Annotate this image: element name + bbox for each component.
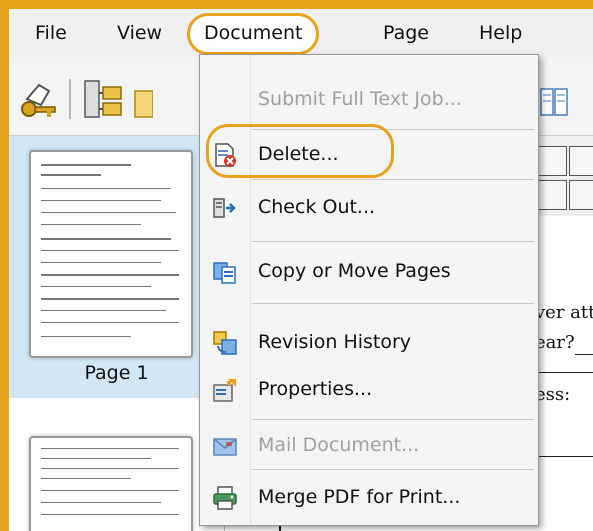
delete-highlight-ring (206, 124, 394, 178)
menu-item-label: Properties... (258, 378, 373, 400)
menu-item-mail-document[interactable]: Mail Document... (200, 421, 538, 469)
menu-view[interactable]: View (109, 9, 170, 57)
menu-item-label: Check Out... (258, 196, 376, 218)
menu-file[interactable]: File (27, 9, 75, 57)
menu-item-label: Merge PDF for Print... (258, 486, 461, 508)
toolbar-separator (69, 79, 71, 119)
document-text-line: ess: (535, 384, 571, 405)
menu-item-check-out[interactable]: Check Out... (200, 183, 538, 231)
document-tree-icon[interactable] (81, 77, 125, 121)
doc-tool-button[interactable] (537, 180, 567, 210)
check-out-icon (213, 198, 236, 218)
app-window: File View Document Page Help Page 1 ver … (9, 9, 593, 531)
two-page-view-icon[interactable] (539, 77, 569, 121)
menu-bar: File View Document Page Help (9, 9, 593, 57)
copy-pages-icon (213, 262, 236, 284)
menu-item-properties[interactable]: Properties... (200, 365, 538, 413)
page-1-label: Page 1 (84, 362, 149, 384)
thumbnail-pane: Page 1 (9, 136, 225, 531)
revision-history-icon (213, 331, 237, 355)
menu-separator (252, 179, 534, 180)
menu-separator (252, 469, 534, 470)
menu-item-revision-history[interactable]: Revision History (200, 318, 538, 366)
doc-tool-button[interactable] (569, 180, 593, 210)
page-thumbnail-2[interactable] (29, 436, 193, 531)
doc-tool-button[interactable] (537, 146, 567, 176)
menu-separator (252, 303, 534, 304)
printer-icon (213, 486, 237, 510)
menu-help[interactable]: Help (471, 9, 530, 57)
menu-item-label: Submit Full Text Job... (258, 88, 462, 110)
menu-item-merge-pdf-for-print[interactable]: Merge PDF for Print... (200, 473, 538, 521)
menu-document[interactable]: Document (187, 13, 320, 55)
document-text-line: ver atte (535, 302, 593, 323)
mail-icon (213, 438, 237, 456)
document-rule (535, 456, 593, 457)
page-thumbnail-1[interactable] (29, 150, 193, 358)
menu-item-label: Mail Document... (258, 434, 420, 456)
menu-page[interactable]: Page (375, 9, 437, 57)
document-rule (535, 372, 593, 373)
document-rule (575, 354, 593, 355)
menu-item-label: Revision History (258, 331, 412, 353)
menu-item-submit-full-text-job[interactable]: Submit Full Text Job... (200, 75, 538, 123)
security-key-icon[interactable] (17, 77, 61, 121)
menu-item-label: Copy or Move Pages (258, 260, 451, 282)
menu-separator (252, 419, 534, 420)
document-menu-dropdown: Submit Full Text Job... Delete... Check … (199, 54, 539, 526)
doc-tool-button[interactable] (569, 146, 593, 176)
menu-separator (252, 241, 534, 242)
menu-item-copy-or-move-pages[interactable]: Copy or Move Pages (200, 247, 538, 295)
properties-icon (213, 379, 236, 402)
folder-icon[interactable] (133, 77, 153, 121)
document-text-line: ear? (535, 332, 575, 353)
